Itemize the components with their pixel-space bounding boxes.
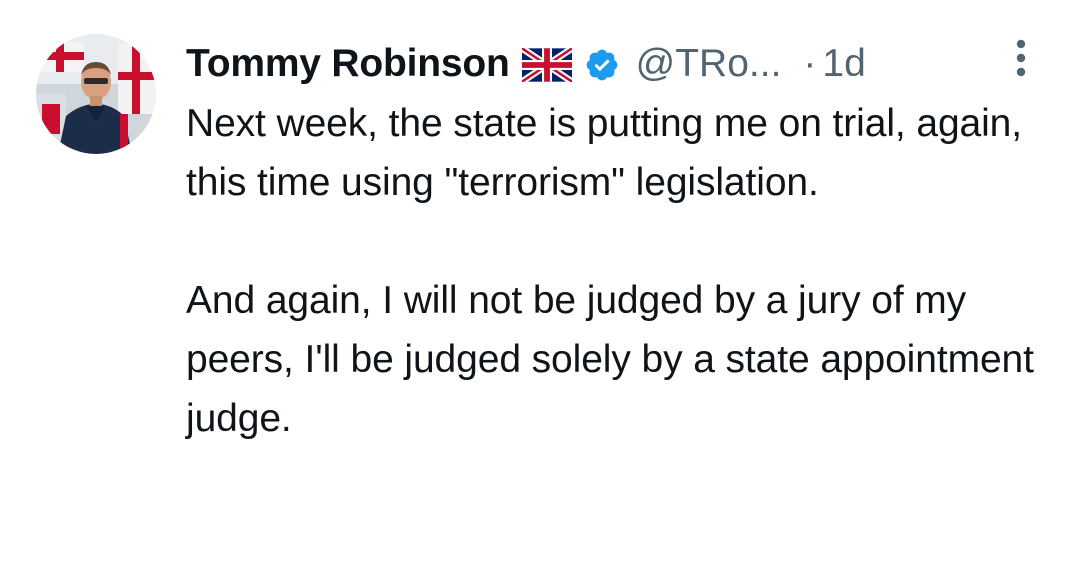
tweet-header: Tommy Robinson @TRo... · 1d [186,36,866,92]
dot-separator: · [803,42,817,85]
more-vertical-icon[interactable] [1010,38,1032,78]
tweet-paragraph: And again, I will not be judged by a jur… [186,279,1034,440]
author-handle[interactable]: @TRo... [636,42,782,86]
verified-badge-icon[interactable] [584,47,620,83]
uk-flag-icon [519,45,574,85]
tweet-timestamp[interactable]: 1d [822,42,865,86]
tweet-card[interactable]: Tommy Robinson @TRo... · 1d Next week, t… [0,0,1080,563]
tweet-paragraph: Next week, the state is putting me on tr… [186,102,1023,204]
avatar[interactable] [36,34,156,154]
tweet-body: Next week, the state is putting me on tr… [186,94,1056,448]
author-display-name[interactable]: Tommy Robinson [186,42,510,86]
